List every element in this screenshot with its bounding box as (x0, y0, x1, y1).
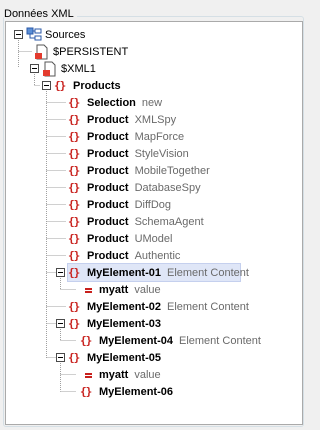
tree-node-product[interactable]: {} Product SchemaAgent (68, 213, 204, 230)
sources-icon (26, 27, 42, 43)
tree-node-value: value (134, 368, 161, 381)
tree-node-value: value (134, 283, 161, 296)
tree-node-sources[interactable]: Sources (26, 26, 85, 43)
element-icon: {} (68, 231, 80, 245)
tree-node-value: DatabaseSpy (134, 181, 201, 194)
tree-node-label: MyElement-01 (87, 266, 161, 279)
tree-node-myelement-03[interactable]: {} MyElement-03 (68, 315, 161, 332)
panel-title: Données XML (4, 8, 77, 20)
tree-node-label: myatt (99, 283, 129, 296)
tree-node-product[interactable]: {} Product Authentic (68, 247, 180, 264)
tree-node-label: $PERSISTENT (53, 45, 129, 58)
tree-node-label: Product (87, 164, 129, 177)
tree-node-value: XMLSpy (134, 113, 177, 126)
tree-node-value: Element Content (166, 266, 249, 279)
element-icon: {} (68, 299, 80, 313)
tree-node-value: Element Content (178, 334, 261, 347)
tree-node-value: MobileTogether (134, 164, 210, 177)
tree-node-products[interactable]: {} Products (54, 77, 121, 94)
tree-node-product[interactable]: {} Product MapForce (68, 128, 184, 145)
tree-node-product[interactable]: {} Product StyleVision (68, 145, 189, 162)
element-icon: {} (68, 316, 80, 330)
element-icon: {} (80, 333, 92, 347)
tree-node-label: Product (87, 232, 129, 245)
element-icon: {} (68, 95, 80, 109)
collapse-toggle-myelement-01[interactable] (56, 268, 65, 277)
tree-node-label: myatt (99, 368, 129, 381)
tree-node-label: Product (87, 113, 129, 126)
document-icon (42, 61, 58, 77)
tree-node-myelement-06[interactable]: {} MyElement-06 (80, 383, 173, 400)
element-icon: {} (68, 180, 80, 194)
tree-node-label: MyElement-02 (87, 300, 161, 313)
tree-node-value: Authentic (134, 249, 181, 262)
tree-node-label: MyElement-03 (87, 317, 161, 330)
tree-node-myelement-04[interactable]: {} MyElement-04 Element Content (80, 332, 261, 349)
collapse-toggle-myelement-03[interactable] (56, 319, 65, 328)
tree-node-label: Products (73, 79, 121, 92)
tree-node-myelement-05[interactable]: {} MyElement-05 (68, 349, 161, 366)
attribute-icon (80, 367, 96, 383)
tree-node-label: Product (87, 181, 129, 194)
element-icon: {} (68, 163, 80, 177)
tree-node-label: MyElement-04 (99, 334, 173, 347)
tree-node-value: Element Content (166, 300, 249, 313)
tree-node-attribute-myatt[interactable]: myatt value (80, 281, 161, 298)
tree-node-value: DiffDog (134, 198, 172, 211)
element-icon: {} (68, 350, 80, 364)
tree-node-label: $XML1 (61, 62, 96, 75)
tree-node-label: Product (87, 215, 129, 228)
element-icon: {} (68, 146, 80, 160)
tree-node-label: Product (87, 198, 129, 211)
tree-node-product[interactable]: {} Product MobileTogether (68, 162, 210, 179)
tree-node-value: SchemaAgent (134, 215, 204, 228)
tree-node-attribute-myatt[interactable]: myatt value (80, 366, 161, 383)
element-icon: {} (68, 129, 80, 143)
element-icon: {} (80, 384, 92, 398)
tree-node-product[interactable]: {} Product UModel (68, 230, 172, 247)
tree-node-label: Sources (45, 28, 86, 41)
tree-node-product[interactable]: {} Product XMLSpy (68, 111, 176, 128)
tree-node-label: Product (87, 147, 129, 160)
collapse-toggle-sources[interactable] (14, 30, 23, 39)
tree-node-label: Product (87, 249, 129, 262)
tree-node-value: StyleVision (134, 147, 189, 160)
tree-node-label: MyElement-06 (99, 385, 173, 398)
tree-node-myelement-02[interactable]: {} MyElement-02 Element Content (68, 298, 249, 315)
tree-node-product[interactable]: {} Product DiffDog (68, 196, 171, 213)
tree-node-selection[interactable]: {} Selection new (68, 94, 162, 111)
element-icon: {} (68, 214, 80, 228)
tree-node-label: Selection (87, 96, 136, 109)
tree-node-value: MapForce (134, 130, 185, 143)
xml-data-panel: Données XML Sources $PERSISTENT $XML1 {}… (0, 0, 307, 430)
element-icon: {} (68, 197, 80, 211)
element-icon: {} (68, 265, 80, 279)
tree-node-value: new (141, 96, 163, 109)
element-icon: {} (54, 78, 66, 92)
collapse-toggle-myelement-05[interactable] (56, 353, 65, 362)
element-icon: {} (68, 248, 80, 262)
tree-node-persistent[interactable]: $PERSISTENT (34, 43, 128, 60)
tree-node-label: Product (87, 130, 129, 143)
tree-node-value: UModel (134, 232, 173, 245)
collapse-toggle-products[interactable] (42, 81, 51, 90)
element-icon: {} (68, 112, 80, 126)
tree-node-label: MyElement-05 (87, 351, 161, 364)
xml-tree[interactable]: Sources $PERSISTENT $XML1 {} Products {} (5, 21, 303, 425)
attribute-icon (80, 282, 96, 298)
tree-node-xml1[interactable]: $XML1 (34, 60, 96, 77)
tree-node-myelement-01[interactable]: {} MyElement-01 Element Content (67, 263, 249, 282)
tree-node-product[interactable]: {} Product DatabaseSpy (68, 179, 201, 196)
document-icon (34, 44, 50, 60)
